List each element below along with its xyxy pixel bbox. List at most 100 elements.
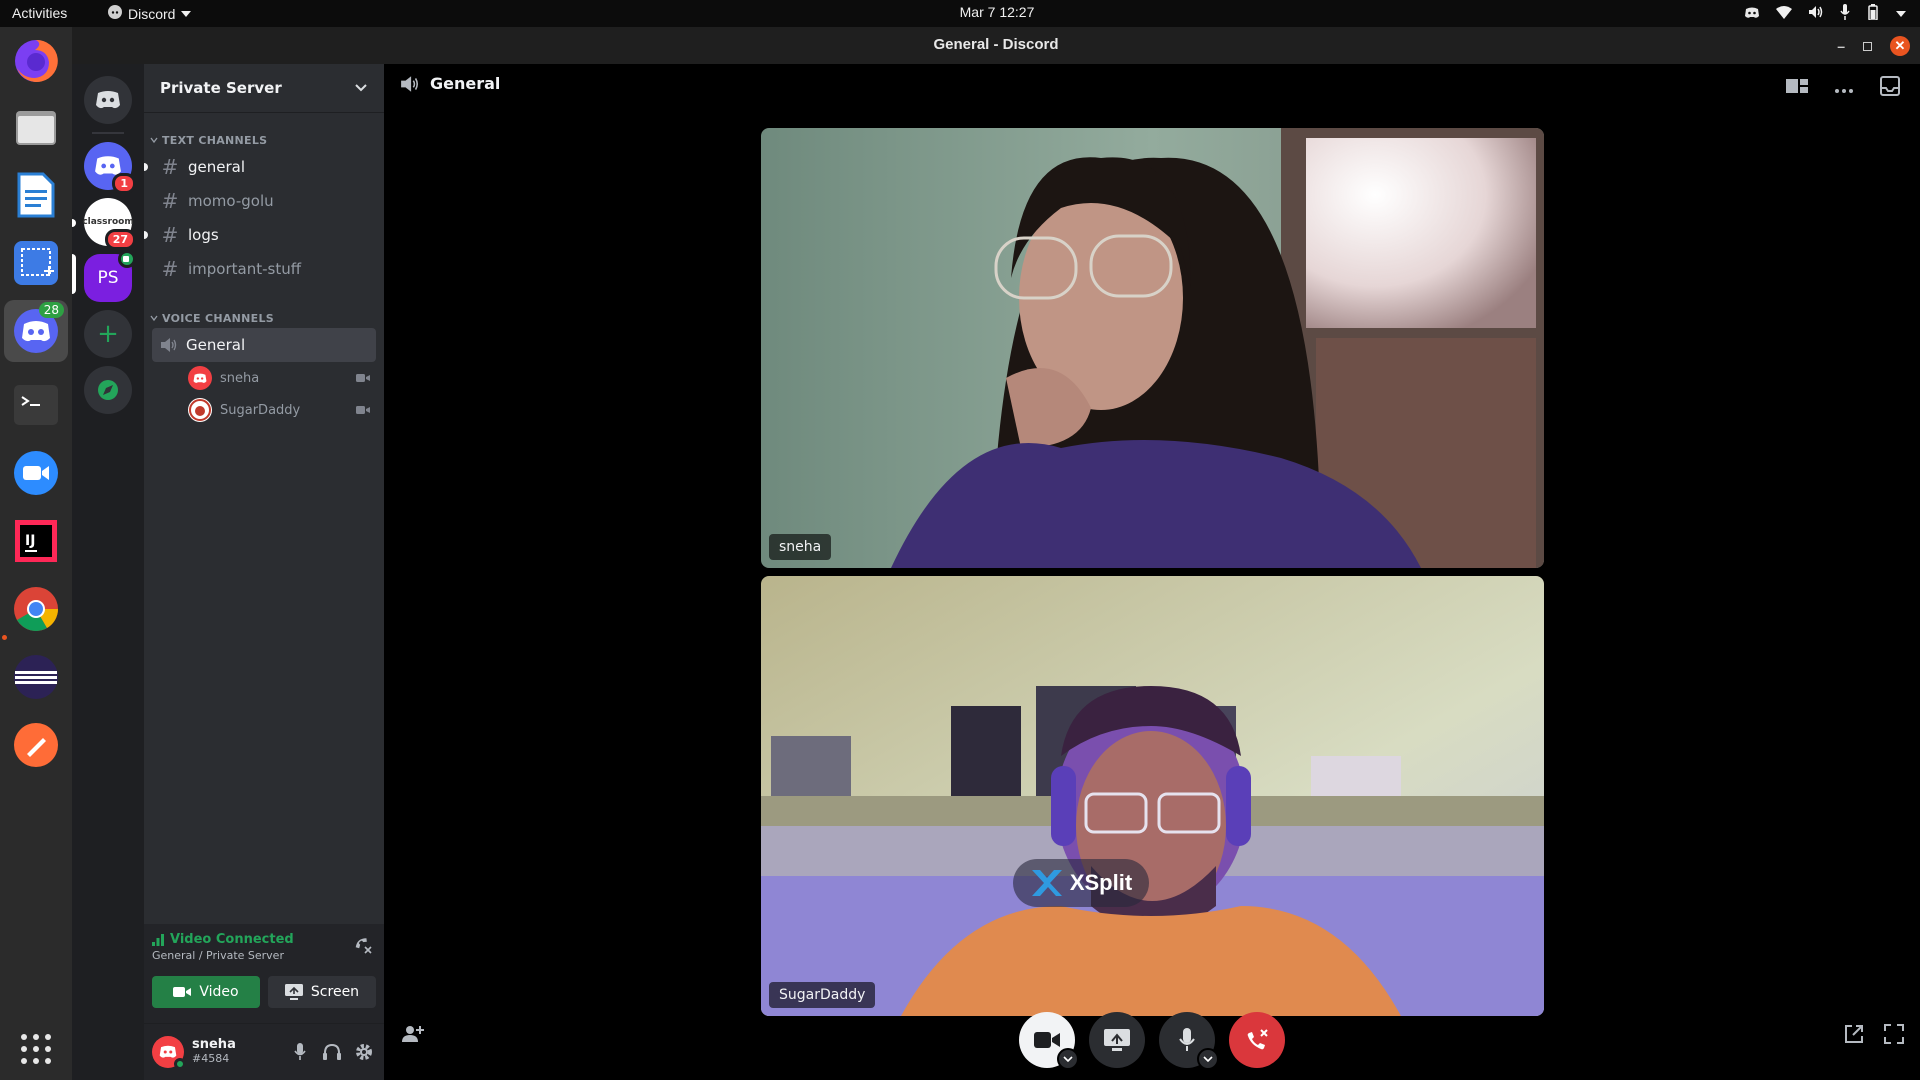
close-button[interactable]: ✕ [1890,36,1910,56]
eclipse-icon[interactable] [10,651,62,703]
call-view: General sneha XSplit SugarDaddy [384,64,1920,1080]
voice-active-icon [118,250,136,268]
discord-dock-icon[interactable]: 28 [4,300,68,362]
libreoffice-writer-icon[interactable] [10,169,62,221]
system-tray[interactable] [1744,4,1906,23]
channel-name: momo-golu [188,192,274,210]
online-status-indicator [174,1058,186,1070]
microphone-icon[interactable] [1840,4,1850,23]
direct-messages-button[interactable] [84,76,132,124]
wifi-icon[interactable] [1776,5,1792,22]
camera-toggle-button[interactable] [1019,1012,1079,1070]
channel-important-stuff[interactable]: # important-stuff [152,252,376,286]
participant-video-feed [761,576,1544,1016]
leave-call-button[interactable] [1229,1012,1285,1068]
channel-name: general [188,158,246,176]
screen-button-label: Screen [310,984,360,1000]
chevron-down-icon [1063,1056,1073,1062]
category-voice-channels[interactable]: VOICE CHANNELS [144,308,384,328]
camera-options-button[interactable] [1057,1048,1079,1070]
deafen-button[interactable] [320,1040,344,1064]
clock[interactable]: Mar 7 12:27 [0,4,1920,20]
battery-icon[interactable] [1866,4,1880,23]
server-name: Private Server [160,79,282,97]
xsplit-watermark: XSplit [1013,859,1149,907]
camera-icon [356,406,370,414]
grid-layout-icon [1786,79,1808,93]
chevron-down-icon [150,137,158,144]
discord-tray-icon[interactable] [1744,6,1760,22]
unread-indicator [144,163,148,171]
participant-name-label: sneha [769,534,832,560]
channel-momo-golu[interactable]: # momo-golu [152,184,376,218]
server-unread-badge: 27 [104,229,136,250]
terminal-icon[interactable] [10,379,62,431]
video-tile-sneha[interactable]: sneha [761,128,1544,568]
google-chrome-icon[interactable] [10,583,62,635]
channel-general[interactable]: # general [144,150,376,184]
explore-servers-button[interactable] [84,366,132,414]
intellij-idea-icon[interactable]: IJ [10,515,62,567]
connection-status-label: Video Connected [170,932,294,947]
xsplit-logo-text: XSplit [1069,870,1133,895]
user-settings-button[interactable] [352,1040,376,1064]
firefox-icon[interactable] [10,35,62,87]
microphone-options-button[interactable] [1197,1048,1219,1070]
mute-button[interactable] [288,1040,312,1064]
camera-icon [356,374,370,382]
voice-channel-general[interactable]: General [152,328,376,362]
rail-divider [92,132,124,134]
username: sneha [192,1037,236,1053]
voice-user-sugardaddy[interactable]: SugarDaddy [182,394,376,426]
add-server-icon: + [97,319,119,349]
running-indicator [2,635,7,640]
connection-location[interactable]: General / Private Server [152,949,376,962]
inbox-button[interactable] [1880,76,1900,100]
server-rail: 1 classroom 27 PS + [72,64,144,1080]
volume-icon[interactable] [1808,5,1824,22]
files-icon[interactable] [10,101,62,153]
postman-icon[interactable] [10,719,62,771]
user-info[interactable]: sneha #4584 [192,1037,280,1066]
add-server-button[interactable]: + [84,310,132,358]
maximize-button[interactable] [1863,41,1872,51]
server-classroom[interactable]: classroom 27 [82,198,136,250]
avatar [188,366,212,390]
inbox-icon [1880,76,1900,96]
system-menu-icon[interactable] [1896,10,1906,17]
server-header[interactable]: Private Server [144,64,384,112]
screenshot-tool-icon[interactable] [10,237,62,289]
camera-icon [173,987,192,997]
video-toggle-button[interactable]: Video [152,976,260,1008]
user-avatar[interactable] [152,1036,186,1070]
participant-video-feed [761,128,1544,568]
share-screen-button[interactable] [1089,1012,1145,1068]
screen-share-button[interactable]: Screen [268,976,376,1008]
connection-status[interactable]: Video Connected [152,932,376,947]
server-private-server[interactable]: PS [84,250,136,302]
speaker-icon [401,75,418,92]
video-tile-sugardaddy[interactable]: XSplit SugarDaddy [761,576,1544,1016]
channel-logs[interactable]: # logs [144,218,376,252]
microphone-icon [294,1043,306,1060]
gear-icon [356,1044,372,1060]
minimize-button[interactable]: – [1837,38,1845,54]
signal-icon [152,933,164,946]
svg-text:IJ: IJ [25,533,35,549]
voice-user-sneha[interactable]: sneha [182,362,376,394]
more-options-button[interactable] [1834,79,1854,98]
microphone-toggle-button[interactable] [1159,1012,1219,1070]
channel-name: important-stuff [188,260,302,278]
hash-icon: # [161,257,179,281]
microphone-icon [1179,1028,1195,1051]
category-label: VOICE CHANNELS [162,311,275,325]
show-applications-icon[interactable] [10,1023,62,1075]
window-titlebar[interactable]: General - Discord – ✕ [72,27,1920,64]
gnome-top-bar: Activities Discord Mar 7 12:27 [0,0,1920,27]
server-discord-logo[interactable]: 1 [84,142,136,194]
zoom-icon[interactable] [10,447,62,499]
layout-button[interactable] [1786,77,1808,99]
disconnect-button[interactable] [354,936,372,958]
category-text-channels[interactable]: TEXT CHANNELS [144,130,384,150]
category-label: TEXT CHANNELS [162,133,268,147]
